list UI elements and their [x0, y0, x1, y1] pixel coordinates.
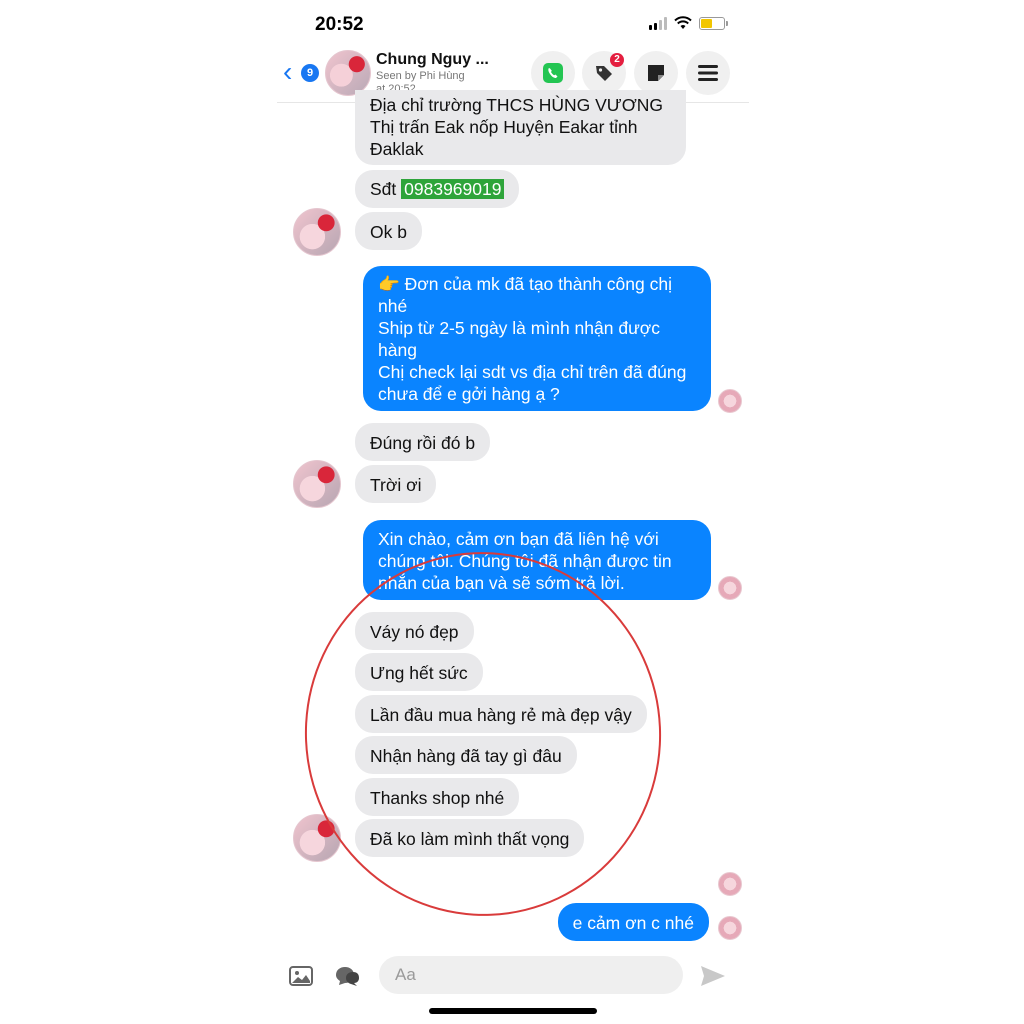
sender-avatar[interactable] — [293, 460, 341, 508]
wifi-icon — [674, 16, 692, 29]
message-incoming[interactable]: Ưng hết sức — [355, 653, 483, 691]
message-incoming[interactable]: Địa chỉ trường THCS HÙNG VƯƠNG Thị trấn … — [355, 90, 686, 165]
send-icon — [701, 966, 725, 986]
chevron-left-icon[interactable]: ‹ — [283, 58, 292, 86]
pointing-hand-emoji: 👉 — [378, 274, 400, 294]
message-incoming[interactable]: Váy nó đẹp — [355, 612, 474, 650]
home-indicator — [429, 1008, 597, 1014]
phone-icon — [543, 63, 563, 83]
tags-badge: 2 — [610, 53, 624, 67]
tags-button[interactable]: 2 — [582, 51, 626, 95]
message-composer — [277, 952, 749, 1000]
contact-name[interactable]: Chung Nguy ... — [376, 51, 489, 69]
message-incoming[interactable]: Đã ko làm mình thất vọng — [355, 819, 585, 857]
call-button[interactable] — [531, 51, 575, 95]
message-incoming[interactable]: Sđt 0983969019 — [355, 170, 520, 208]
message-incoming[interactable]: Ok b — [355, 212, 422, 250]
battery-icon — [699, 16, 728, 30]
read-receipt-avatar — [718, 872, 742, 896]
phone-screen: 20:52 ‹ 9 Chung Nguy ... Seen by Phi Hùn… — [277, 0, 749, 1024]
menu-button[interactable] — [686, 51, 730, 95]
message-outgoing[interactable]: Xin chào, cảm ơn bạn đã liên hệ với chún… — [363, 520, 711, 600]
message-incoming[interactable]: Trời ơi — [355, 465, 437, 503]
sender-avatar[interactable] — [293, 208, 341, 256]
sticker-button[interactable] — [331, 960, 363, 992]
sticker-icon — [336, 967, 359, 986]
message-line: Thị trấn Eak nốp Huyện Eakar tỉnh — [370, 117, 638, 137]
message-incoming[interactable]: Đúng rồi đó b — [355, 423, 491, 461]
message-incoming[interactable]: Thanks shop nhé — [355, 778, 520, 816]
read-receipt-avatar — [718, 576, 742, 600]
menu-icon — [698, 65, 718, 81]
message-input[interactable] — [379, 956, 683, 994]
photo-button[interactable] — [285, 960, 317, 992]
read-receipt-avatar — [718, 389, 742, 413]
note-icon — [648, 65, 664, 81]
message-list[interactable]: Địa chỉ trường THCS HÙNG VƯƠNG Thị trấn … — [277, 90, 749, 952]
send-button[interactable] — [697, 960, 729, 992]
message-outgoing[interactable]: 👉 Đơn của mk đã tạo thành công chị nhé S… — [363, 266, 711, 411]
status-icons — [649, 16, 728, 30]
message-incoming[interactable]: Nhận hàng đã tay gì đâu — [355, 736, 577, 774]
image-icon — [289, 966, 313, 986]
message-line: Chị check lại sdt vs địa chỉ trên đã đún… — [378, 362, 687, 404]
message-line: Địa chỉ trường THCS HÙNG VƯƠNG — [370, 95, 664, 115]
sender-avatar[interactable] — [293, 814, 341, 862]
seen-line: Seen by Phi Hùng — [376, 70, 465, 82]
notes-button[interactable] — [634, 51, 678, 95]
message-incoming[interactable]: Lần đầu mua hàng rẻ mà đẹp vậy — [355, 695, 647, 733]
message-line: Đaklak — [370, 139, 424, 159]
signal-icon — [649, 16, 667, 30]
back-unread-badge[interactable]: 9 — [301, 64, 319, 82]
status-time: 20:52 — [315, 14, 364, 35]
read-receipt-avatar — [718, 916, 742, 940]
message-outgoing[interactable]: e cảm ơn c nhé — [557, 903, 709, 941]
message-line: Đơn của mk đã tạo thành công chị nhé — [378, 274, 672, 316]
message-text: Sđt — [370, 179, 402, 199]
message-line: Ship từ 2-5 ngày là mình nhận được hàng — [378, 318, 661, 360]
phone-number-link[interactable]: 0983969019 — [401, 179, 505, 199]
